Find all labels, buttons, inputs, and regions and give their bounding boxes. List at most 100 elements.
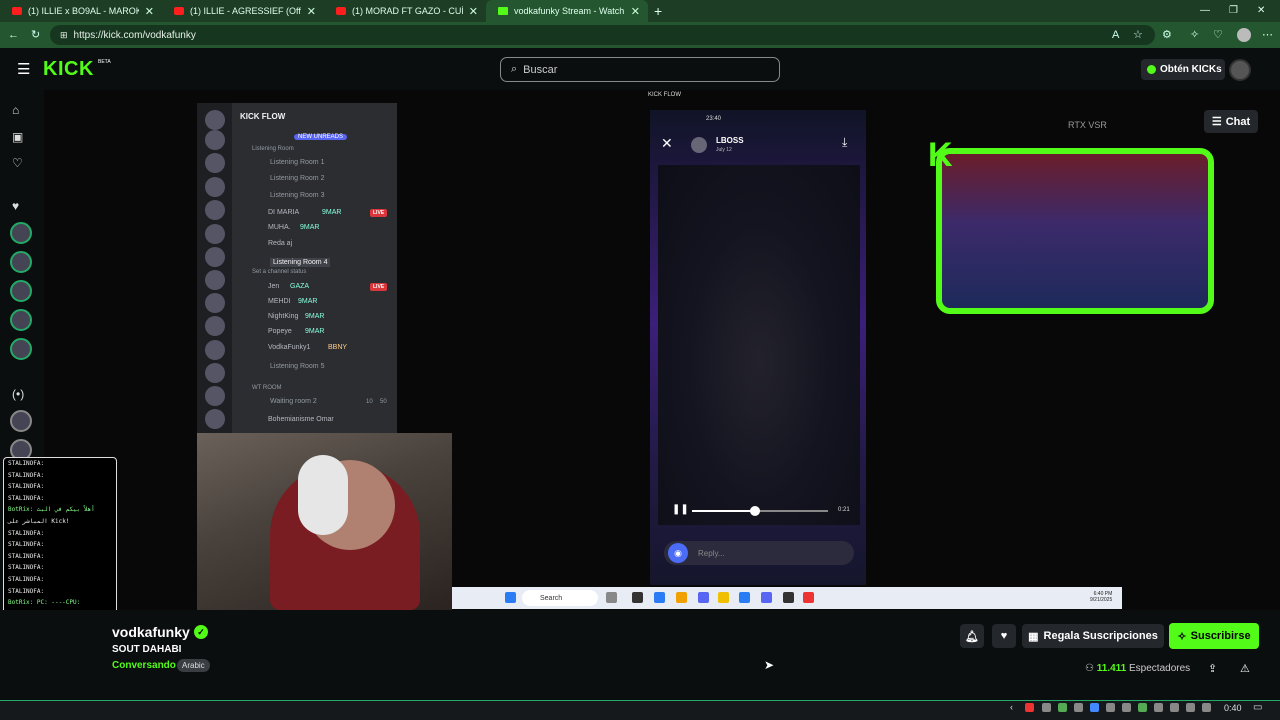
discord-user: MEHDI xyxy=(268,298,291,305)
followed-channel-avatar[interactable] xyxy=(10,338,32,360)
reload-icon[interactable]: ↻ xyxy=(31,22,40,48)
menu-dots-icon[interactable]: ⋯ xyxy=(1262,22,1273,48)
tray-app-icon[interactable] xyxy=(1074,703,1083,712)
followed-channel-avatar[interactable] xyxy=(10,222,32,244)
screen-share-title: KICK FLOW xyxy=(648,92,682,98)
favorite-star-icon[interactable]: ☆ xyxy=(1133,22,1143,48)
followed-channel-avatar[interactable] xyxy=(10,280,32,302)
close-icon: ✕ xyxy=(661,135,673,151)
chat-toggle-button[interactable]: ☰ Chat xyxy=(1204,110,1258,133)
windows-start-icon xyxy=(505,592,516,603)
discord-user: Popeye xyxy=(268,328,292,335)
minimize-icon[interactable]: — xyxy=(1200,0,1210,22)
browser-tab[interactable]: (1) MORAD FT GAZO - CUÍDATE✕ xyxy=(324,0,486,22)
live-badge: LIVE xyxy=(370,209,388,217)
home-icon[interactable]: ⌂ xyxy=(12,103,19,117)
chat-message: STALINOFA: xyxy=(8,587,45,595)
user-avatar[interactable] xyxy=(1229,59,1251,81)
kick-logo[interactable]: KICK xyxy=(43,58,94,81)
discord-user: Jen xyxy=(268,283,280,290)
close-icon[interactable]: ✕ xyxy=(631,5,640,18)
discord-server-icon xyxy=(205,386,225,406)
discord-user-badge: 9MAR xyxy=(322,209,342,216)
share-icon[interactable]: ⇪ xyxy=(1208,662,1217,675)
youtube-icon xyxy=(12,7,22,15)
video-duration: 0:21 xyxy=(838,507,850,513)
notification-bell-icon[interactable]: 🔔︎ xyxy=(960,624,984,648)
tray-app-icon[interactable] xyxy=(1154,703,1163,712)
tray-chevron-icon[interactable]: ‹ xyxy=(1010,702,1013,712)
taskbar-app-icon xyxy=(676,592,687,603)
back-icon[interactable]: ← xyxy=(8,22,19,48)
discord-server-icon xyxy=(205,270,225,290)
stream-tag[interactable]: Arabic xyxy=(177,659,210,672)
close-icon[interactable]: ✕ xyxy=(307,5,316,18)
favorites-icon[interactable]: ♡ xyxy=(1213,22,1223,48)
close-icon[interactable]: ✕ xyxy=(145,5,154,18)
url-field[interactable]: ⊞ https://kick.com/vodkafunky xyxy=(50,25,1155,45)
discord-category: WT ROOM xyxy=(252,385,282,391)
notifications-icon[interactable]: ▭ xyxy=(1253,702,1262,713)
streamer-name[interactable]: vodkafunky xyxy=(112,624,190,640)
profile-icon[interactable] xyxy=(1237,28,1251,42)
discord-user-badge: 9MAR xyxy=(305,328,325,335)
tray-app-icon[interactable] xyxy=(1042,703,1051,712)
browser-tab-active[interactable]: vodkafunky Stream - Watch ✕ xyxy=(486,0,648,22)
chat-message: STALINOFA: xyxy=(8,564,45,572)
browser-tab-bar: (1) ILLIE x BO9AL - MAROKKINO |✕ (1) ILL… xyxy=(0,0,1280,22)
discord-new-unreads: NEW UNREADS xyxy=(294,134,348,140)
browser-tab[interactable]: (1) ILLIE x BO9AL - MAROKKINO |✕ xyxy=(0,0,162,22)
youtube-icon xyxy=(174,7,184,15)
discord-category: Listening Room xyxy=(252,146,294,152)
beta-badge: BETA xyxy=(98,59,111,65)
discord-voice-channel-active: Listening Room 4 xyxy=(270,258,331,267)
followed-channel-avatar[interactable] xyxy=(10,251,32,273)
new-tab-icon[interactable]: + xyxy=(654,3,662,19)
follow-heart-icon[interactable]: ♥ xyxy=(992,624,1016,648)
report-icon[interactable]: ⚠ xyxy=(1240,662,1250,675)
headset xyxy=(298,455,348,535)
close-icon[interactable]: ✕ xyxy=(469,5,478,18)
discord-server-icon xyxy=(205,340,225,360)
tray-app-icon[interactable] xyxy=(1186,703,1195,712)
browse-icon[interactable]: ▣ xyxy=(12,130,23,144)
desktop-search: Search xyxy=(522,590,598,606)
kicks-coin-icon xyxy=(1147,65,1156,74)
system-clock: 0:40 xyxy=(1224,703,1242,713)
following-heart-icon[interactable]: ♡ xyxy=(12,156,23,170)
chat-message: STALINOFA: xyxy=(8,575,45,583)
video-progress-knob xyxy=(749,506,760,516)
tray-app-icon[interactable] xyxy=(1170,703,1179,712)
extensions-icon[interactable]: ⚙ xyxy=(1162,22,1172,48)
discord-server-icon xyxy=(205,316,225,336)
story-username: LBOSS xyxy=(716,136,744,145)
tray-app-icon[interactable] xyxy=(1202,703,1211,712)
tray-app-icon[interactable] xyxy=(1138,703,1147,712)
extension-icon[interactable]: ✧ xyxy=(1190,22,1199,48)
chat-icon: ☰ xyxy=(1211,116,1222,128)
tray-app-icon[interactable] xyxy=(1106,703,1115,712)
read-aloud-icon[interactable]: A xyxy=(1112,22,1119,48)
discord-server-icon xyxy=(205,363,225,383)
browser-tab[interactable]: (1) ILLIE - AGRESSIEF (Official Vid✕ xyxy=(162,0,324,22)
pause-icon: ❚❚ xyxy=(672,504,689,515)
tray-app-icon[interactable] xyxy=(1090,703,1099,712)
live-badge: LIVE xyxy=(370,283,388,291)
tray-app-icon[interactable] xyxy=(1122,703,1131,712)
chat-message: STALINOFA: xyxy=(8,529,45,537)
search-input[interactable]: ⌕ Buscar xyxy=(500,57,780,82)
followed-channel-avatar[interactable] xyxy=(10,309,32,331)
get-kicks-button[interactable]: Obtén KICKs xyxy=(1141,59,1225,80)
gift-subs-button[interactable]: ▦ Regala Suscripciones xyxy=(1022,624,1164,648)
tray-app-icon[interactable] xyxy=(1025,703,1034,712)
chat-message: BotRix: PC: ----CPU: xyxy=(8,599,81,607)
hamburger-menu-icon[interactable]: ☰ xyxy=(17,60,30,78)
restore-icon[interactable]: ❐ xyxy=(1229,0,1238,22)
window-close-icon[interactable]: ✕ xyxy=(1257,0,1265,22)
stream-category[interactable]: Conversando xyxy=(112,660,176,671)
site-info-icon: ⊞ xyxy=(60,29,68,40)
discord-voice-channel: Listening Room 5 xyxy=(270,363,325,370)
recommended-channel-avatar[interactable] xyxy=(10,410,32,432)
subscribe-button[interactable]: ✧ Suscribirse xyxy=(1169,623,1259,649)
tray-app-icon[interactable] xyxy=(1058,703,1067,712)
